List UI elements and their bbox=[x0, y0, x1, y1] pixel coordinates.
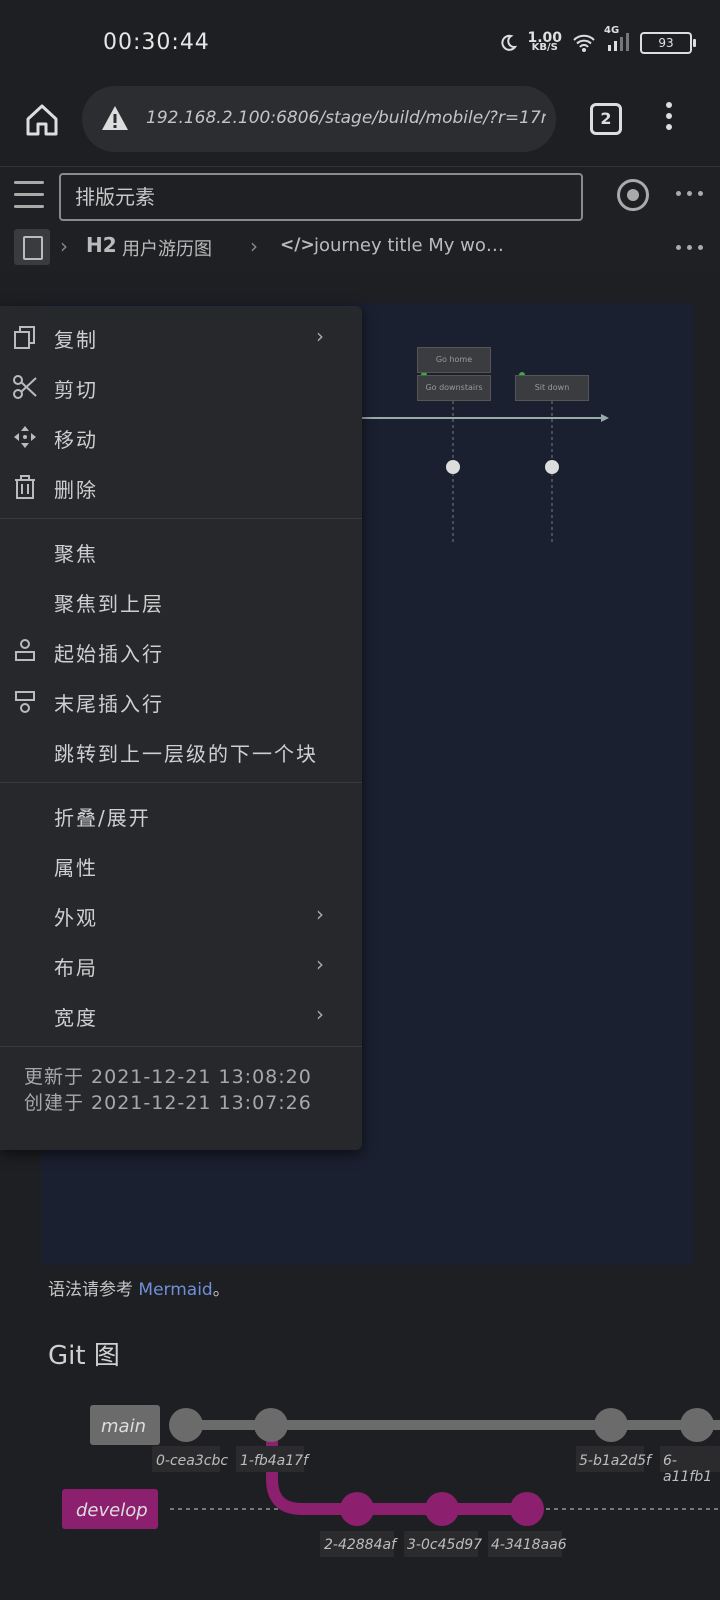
menu-item-appearance[interactable]: 外观 › bbox=[0, 890, 362, 940]
updated-timestamp: 更新于 2021-12-21 13:08:20 bbox=[24, 1066, 312, 1088]
menu-item-width[interactable]: 宽度 › bbox=[0, 990, 362, 1040]
warning-icon bbox=[102, 106, 128, 130]
chevron-right-icon: › bbox=[250, 234, 258, 258]
moon-icon bbox=[501, 34, 518, 51]
status-time: 00:30:44 bbox=[103, 30, 210, 55]
journey-task: Go home bbox=[417, 347, 491, 373]
commit-label: 2-42884af bbox=[324, 1537, 397, 1553]
wifi-icon bbox=[573, 34, 595, 52]
block-context-menu: 复制 › 剪切 移动 删除 聚焦 聚焦到上层 起始插入行 末尾插入行 跳转到上一… bbox=[0, 306, 362, 1150]
signal-icon: 4G bbox=[604, 25, 630, 54]
code-icon: </> bbox=[280, 235, 315, 255]
commit-label: 5-b1a2d5f bbox=[579, 1453, 651, 1469]
scissors-icon bbox=[13, 375, 37, 399]
breadcrumb-code-text[interactable]: journey title My wo… bbox=[314, 235, 504, 256]
commit-label: 6-a11fb1 bbox=[663, 1453, 713, 1485]
menu-item-delete[interactable]: 删除 bbox=[0, 462, 362, 512]
more-icon[interactable] bbox=[676, 191, 703, 196]
move-icon bbox=[14, 426, 36, 448]
chevron-right-icon: › bbox=[316, 1002, 324, 1026]
battery-icon: 93 bbox=[640, 32, 696, 54]
net-speed: 1.00 KB/S bbox=[527, 30, 562, 53]
created-timestamp: 创建于 2021-12-21 13:07:26 bbox=[24, 1092, 312, 1114]
journey-task: Go downstairs bbox=[417, 375, 491, 401]
insert-after-icon bbox=[15, 691, 35, 713]
commit-label: 0-cea3cbc bbox=[156, 1453, 229, 1469]
insert-before-icon bbox=[15, 639, 35, 661]
breadcrumb: › H2 用户游历图 › </> journey title My wo… bbox=[0, 223, 720, 273]
address-bar[interactable]: 192.168.2.100:6806/stage/build/mobile/?r… bbox=[82, 86, 556, 152]
url-text: 192.168.2.100:6806/stage/build/mobile/?r… bbox=[146, 108, 546, 128]
chevron-right-icon: › bbox=[316, 952, 324, 976]
menu-divider bbox=[0, 782, 362, 783]
mermaid-link[interactable]: Mermaid bbox=[138, 1280, 212, 1300]
git-heading: Git 图 bbox=[48, 1341, 120, 1371]
menu-item-copy[interactable]: 复制 › bbox=[0, 312, 362, 362]
commit-label: 1-fb4a17f bbox=[240, 1453, 309, 1469]
menu-item-jump-next[interactable]: 跳转到上一层级的下一个块 bbox=[0, 726, 362, 776]
commit-label: 3-0c45d97 bbox=[407, 1537, 483, 1553]
menu-item-focus-parent[interactable]: 聚焦到上层 bbox=[0, 576, 362, 626]
branch-label-develop: develop bbox=[76, 1500, 148, 1521]
commit-label: 4-3418aa6 bbox=[491, 1537, 567, 1553]
breadcrumb-heading-tag[interactable]: H2 bbox=[86, 233, 117, 257]
breadcrumb-heading-text[interactable]: 用户游历图 bbox=[122, 235, 212, 261]
copy-icon bbox=[14, 326, 35, 349]
menu-item-attributes[interactable]: 属性 bbox=[0, 840, 362, 890]
menu-item-layout[interactable]: 布局 › bbox=[0, 940, 362, 990]
status-icons: 1.00 KB/S 4G 93 bbox=[499, 25, 696, 58]
eye-icon[interactable] bbox=[617, 179, 649, 211]
chevron-right-icon: › bbox=[316, 902, 324, 926]
editor-toolbar bbox=[0, 166, 720, 223]
menu-item-move[interactable]: 移动 bbox=[0, 412, 362, 462]
status-bar: 00:30:44 1.00 KB/S 4G 93 bbox=[0, 0, 720, 86]
search-field[interactable] bbox=[59, 173, 583, 221]
chevron-right-icon: › bbox=[60, 234, 68, 258]
menu-item-insert-after[interactable]: 末尾插入行 bbox=[0, 676, 362, 726]
menu-item-insert-before[interactable]: 起始插入行 bbox=[0, 626, 362, 676]
syntax-note: 语法请参考 Mermaid。 bbox=[48, 1280, 230, 1300]
menu-icon[interactable] bbox=[14, 181, 44, 217]
tab-switcher-button[interactable]: 2 bbox=[590, 103, 622, 135]
home-icon[interactable] bbox=[22, 100, 62, 140]
chevron-right-icon: › bbox=[316, 324, 324, 348]
search-input[interactable] bbox=[61, 175, 569, 215]
browser-bar: 192.168.2.100:6806/stage/build/mobile/?r… bbox=[0, 86, 720, 164]
trash-icon bbox=[15, 475, 35, 499]
menu-item-focus[interactable]: 聚焦 bbox=[0, 526, 362, 576]
branch-label-main: main bbox=[101, 1416, 146, 1437]
breadcrumb-more-icon[interactable] bbox=[676, 245, 703, 250]
menu-divider bbox=[0, 518, 362, 519]
menu-item-fold[interactable]: 折叠/展开 bbox=[0, 790, 362, 840]
menu-divider bbox=[0, 1046, 362, 1047]
browser-menu-icon[interactable] bbox=[666, 102, 674, 135]
journey-task: Sit down bbox=[515, 375, 589, 401]
menu-item-cut[interactable]: 剪切 bbox=[0, 362, 362, 412]
document-icon[interactable] bbox=[14, 229, 50, 265]
